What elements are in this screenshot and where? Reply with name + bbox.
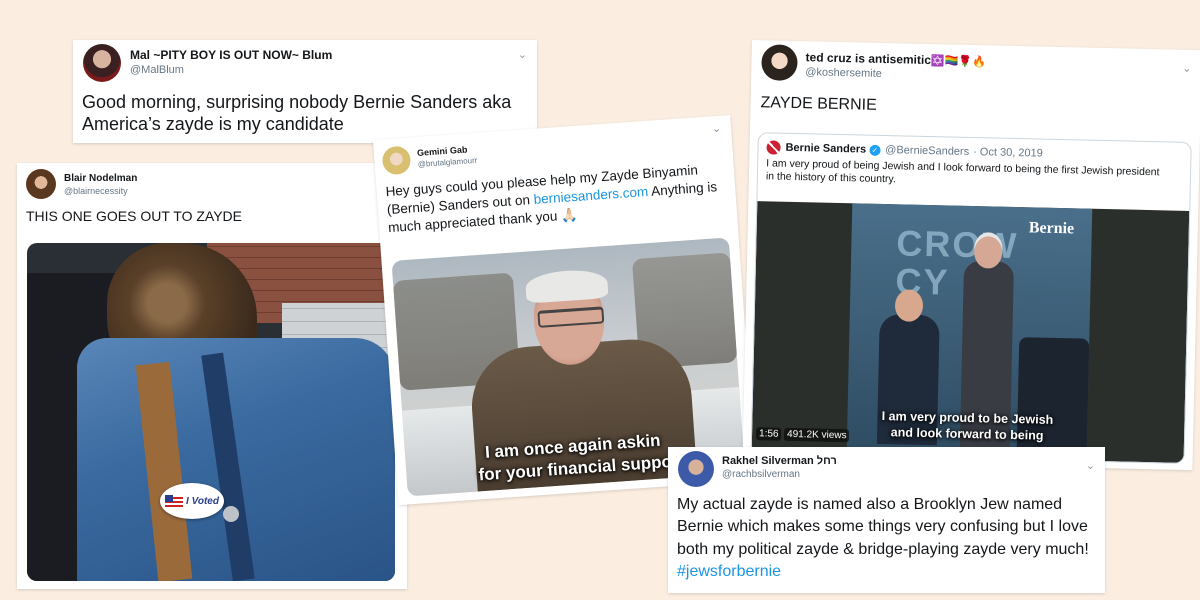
avatar[interactable] — [761, 44, 798, 82]
avatar[interactable] — [678, 451, 714, 487]
quoted-date[interactable]: · Oct 30, 2019 — [973, 146, 1043, 160]
display-name[interactable]: Mal ~PITY BOY IS OUT NOW~ Blum — [130, 48, 332, 62]
avatar[interactable] — [381, 145, 412, 176]
hashtag-link[interactable]: #jewsforbernie — [677, 563, 781, 580]
sticker-text: I Voted — [186, 495, 219, 507]
tweet-text-start: My actual zayde is named also a Brooklyn… — [677, 496, 1089, 558]
display-name[interactable]: Blair Nodelman — [64, 173, 137, 184]
name-text: ted cruz is antisemitic — [805, 50, 932, 68]
chevron-down-icon[interactable]: ⌄ — [1086, 461, 1095, 472]
chevron-down-icon[interactable]: ⌄ — [1182, 63, 1191, 75]
video-view-count: 491.2K views — [783, 427, 850, 443]
tweet-text: My actual zayde is named also a Brooklyn… — [677, 494, 1097, 584]
quoted-display-name[interactable]: Bernie Sanders — [785, 142, 866, 156]
user-handle[interactable]: @brutalglamourr — [417, 156, 477, 169]
user-handle[interactable]: @blairnecessity — [64, 186, 137, 196]
user-handle[interactable]: @koshersemite — [805, 66, 985, 82]
flag-icon — [165, 495, 184, 507]
tweet-card-malblum[interactable]: Mal ~PITY BOY IS OUT NOW~ Blum @MalBlum … — [73, 40, 537, 143]
tweet-photo[interactable]: I Voted — [27, 243, 395, 581]
quoted-tweet-text: I am very proud of being Jewish and I lo… — [765, 157, 1160, 186]
user-handle[interactable]: @MalBlum — [130, 64, 332, 76]
jacket-button — [223, 506, 239, 522]
chevron-down-icon[interactable]: ⌄ — [711, 123, 721, 136]
display-name[interactable]: ted cruz is antisemitic✡️🏳️‍🌈🌹🔥 — [805, 50, 985, 68]
tweet-text: THIS ONE GOES OUT TO ZAYDE — [26, 208, 243, 224]
tweet-card-rachbsilverman[interactable]: Rakhel Silverman רחל @rachbsilverman ⌄ M… — [668, 447, 1105, 593]
video-duration: 1:56 — [755, 427, 782, 441]
tweet-card-koshersemite[interactable]: ted cruz is antisemitic✡️🏳️‍🌈🌹🔥 @koshers… — [742, 40, 1200, 471]
name-emojis: ✡️🏳️‍🌈🌹🔥 — [930, 55, 986, 69]
avatar[interactable] — [83, 44, 121, 82]
chevron-down-icon[interactable]: ⌄ — [518, 50, 527, 61]
user-handle[interactable]: @rachbsilverman — [722, 469, 837, 480]
quoted-tweet[interactable]: Bernie Sanders ✓ @BernieSanders · Oct 30… — [750, 132, 1192, 464]
avatar[interactable] — [26, 169, 56, 199]
quoted-user-handle[interactable]: @BernieSanders — [885, 144, 969, 158]
i-voted-sticker: I Voted — [160, 483, 224, 519]
tweet-text: ZAYDE BERNIE — [760, 94, 877, 114]
tweet-card-blairnodelman[interactable]: Blair Nodelman @blairnecessity THIS ONE … — [17, 163, 407, 589]
white-hair — [524, 268, 609, 304]
bernie-logo: Bernie — [1028, 219, 1075, 238]
verified-badge-icon: ✓ — [869, 144, 881, 156]
tweet-text: Good morning, surprising nobody Bernie S… — [82, 92, 512, 134]
uk-flag-icon[interactable] — [766, 140, 781, 155]
quoted-video[interactable]: CROW CY Bernie I am very proud to be Jew… — [751, 201, 1190, 463]
display-name[interactable]: Rakhel Silverman רחל — [722, 455, 837, 467]
